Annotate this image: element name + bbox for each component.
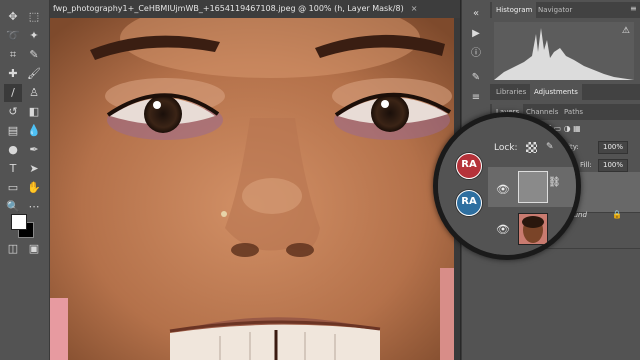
blur-tool-icon[interactable]: 💧	[25, 122, 43, 140]
histogram-graph: ⚠	[494, 22, 634, 80]
info-icon[interactable]: ⓘ	[467, 46, 485, 62]
fill-field[interactable]: 100%	[598, 159, 628, 172]
tab-paths[interactable]: Paths	[560, 104, 587, 120]
lasso-tool-icon[interactable]: ➰	[4, 27, 22, 45]
ra-badge-blue: RA	[456, 190, 482, 216]
lock-label: Lock:	[494, 143, 518, 153]
panel-menu-icon[interactable]: ≡	[630, 4, 637, 13]
collapse-icon[interactable]: «	[467, 6, 485, 22]
type-tool-icon[interactable]: T	[4, 160, 22, 178]
dodge-tool-icon[interactable]: ●	[4, 141, 22, 159]
background-layer-thumbnail[interactable]	[518, 213, 548, 245]
more-tools-icon[interactable]: ⋯	[25, 198, 43, 216]
play-action-icon[interactable]: ▶	[467, 26, 485, 42]
foreground-color-swatch[interactable]	[11, 214, 27, 230]
tools-panel: ✥ ⬚ ➰ ✦ ⌗ ✎ ✚ 🖌 / ♙ ↺ ◧ ▤ 💧 ● ✒ T ➤ ▭ ✋ …	[0, 0, 50, 360]
path-select-icon[interactable]: ➤	[25, 160, 43, 178]
tab-libraries[interactable]: Libraries	[492, 84, 530, 100]
opacity-field[interactable]: 100%	[598, 141, 628, 154]
lock-transparent-icon[interactable]	[526, 142, 537, 153]
healing-brush-icon[interactable]: ✚	[4, 65, 22, 83]
brush-tool-active-icon[interactable]: /	[4, 84, 22, 102]
move-tool-icon[interactable]: ✥	[4, 8, 22, 26]
visibility-eye-icon-2[interactable]: 👁	[496, 223, 510, 236]
ra-badge-red: RA	[456, 153, 482, 179]
hand-tool-icon[interactable]: ✋	[25, 179, 43, 197]
history-brush-icon[interactable]: ↺	[4, 103, 22, 121]
gradient-tool-icon[interactable]: ▤	[4, 122, 22, 140]
properties-icon[interactable]: ≡	[467, 90, 485, 106]
quick-mask-icon[interactable]: ◫	[4, 240, 22, 258]
close-tab-icon[interactable]: ×	[408, 4, 418, 13]
visibility-eye-icon[interactable]: 👁	[496, 183, 510, 196]
marquee-tool-icon[interactable]: ⬚	[25, 8, 43, 26]
layer-lock-icon: 🔒	[612, 210, 622, 219]
clone-stamp-icon[interactable]: ♙	[25, 84, 43, 102]
lock-pixels-icon[interactable]: ✎	[546, 142, 554, 152]
document-canvas[interactable]	[50, 18, 454, 360]
pen-tool-icon[interactable]: ✒	[25, 141, 43, 159]
brushes-icon[interactable]: ✎	[467, 70, 485, 86]
tab-adjustments[interactable]: Adjustments	[530, 84, 582, 100]
portrait-image	[50, 18, 454, 360]
eyedropper-icon[interactable]: ✎	[25, 46, 43, 64]
tab-histogram[interactable]: Histogram	[492, 2, 537, 18]
warning-icon[interactable]: ⚠	[622, 26, 630, 36]
document-tab[interactable]: fwp_photography1+_CeHBMIUjmWB_+165411946…	[50, 0, 460, 18]
tab-navigator[interactable]: Navigator	[534, 2, 576, 18]
document-title: fwp_photography1+_CeHBMIUjmWB_+165411946…	[53, 4, 404, 13]
fill-label: Fill:	[580, 161, 592, 169]
screen-mode-icon[interactable]: ▣	[25, 240, 43, 258]
brush-tool-icon[interactable]: 🖌	[25, 65, 43, 83]
magic-wand-icon[interactable]: ✦	[25, 27, 43, 45]
crop-tool-icon[interactable]: ⌗	[4, 46, 22, 64]
link-chain-icon[interactable]: ⛓	[548, 177, 561, 188]
eraser-icon[interactable]: ◧	[25, 103, 43, 121]
zoom-magnifier: Lock: ✎ 👁 ⛓ 👁 RA RA	[433, 112, 581, 260]
rectangle-tool-icon[interactable]: ▭	[4, 179, 22, 197]
layer-mask-thumbnail[interactable]	[518, 171, 548, 203]
